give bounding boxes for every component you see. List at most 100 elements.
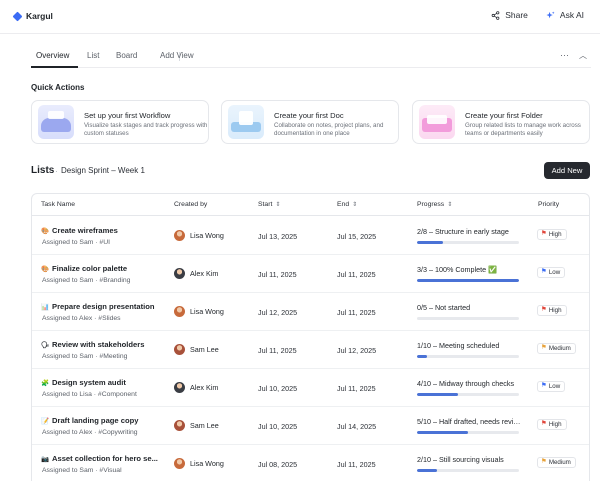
priority-badge[interactable]: ⚑ Medium xyxy=(537,457,576,468)
progress-fill xyxy=(417,241,443,244)
task-title: Draft landing page copy xyxy=(52,416,139,425)
doc-card-title: Create your first Doc xyxy=(274,111,344,120)
task-name[interactable]: 🗣 Review with stakeholders xyxy=(41,340,144,349)
column-header-created-by[interactable]: Created by xyxy=(174,201,207,208)
flag-icon: ⚑ xyxy=(541,344,547,352)
creator-name: Alex Kim xyxy=(190,269,219,278)
task-title: Prepare design presentation xyxy=(52,302,155,311)
task-name[interactable]: 📷 Asset collection for hero se... xyxy=(41,454,158,463)
sparkle-icon xyxy=(546,10,555,18)
tab-list[interactable]: List xyxy=(87,51,99,60)
sort-icon: ⇕ xyxy=(447,202,453,208)
progress-text: 2/10 – Still sourcing visuals xyxy=(417,455,504,464)
avatar xyxy=(174,382,185,393)
priority-badge[interactable]: ⚑ High xyxy=(537,419,567,430)
table-row[interactable]: 🎨 Finalize color palette Assigned to Sam ·… xyxy=(32,255,589,293)
quick-actions-title: Quick Actions xyxy=(31,83,85,92)
task-assignment: Assigned to Sam · #Meeting xyxy=(42,353,128,360)
task-title: Review with stakeholders xyxy=(52,340,145,349)
creator-name: Sam Lee xyxy=(190,421,219,430)
share-label: Share xyxy=(505,10,528,20)
task-name[interactable]: 📝 Draft landing page copy xyxy=(41,416,139,425)
priority-badge[interactable]: ⚑ High xyxy=(537,229,567,240)
creator[interactable]: Sam Lee xyxy=(174,420,219,431)
end-date: Jul 11, 2025 xyxy=(337,270,376,279)
folder-card[interactable]: Create your first Folder Group related l… xyxy=(412,100,590,144)
tab-board[interactable]: Board xyxy=(116,51,137,60)
view-tabs: Overview List Board Add View ··· ︿ xyxy=(31,44,591,68)
chevron-up-icon[interactable]: ︿ xyxy=(579,50,587,61)
task-emoji-icon: 📷 xyxy=(41,455,50,463)
tab-overview[interactable]: Overview xyxy=(36,51,69,60)
avatar xyxy=(174,230,185,241)
progress-fill xyxy=(417,355,428,358)
progress-fill xyxy=(417,279,519,282)
table-row[interactable]: 📷 Asset collection for hero se... Assigned… xyxy=(32,445,589,481)
tab-controls: ··· ︿ xyxy=(560,50,587,61)
flag-icon: ⚑ xyxy=(541,420,547,428)
tab-add-view[interactable]: Add View xyxy=(160,51,194,60)
task-name[interactable]: 🎨 Finalize color palette xyxy=(41,264,127,273)
brand[interactable]: Kargul xyxy=(12,11,53,21)
workflow-card[interactable]: Set up your first Workflow Visualize tas… xyxy=(31,100,209,144)
priority-badge[interactable]: ⚑ High xyxy=(537,305,567,316)
share-button[interactable]: Share xyxy=(491,10,528,20)
progress-fill xyxy=(417,393,458,396)
creator[interactable]: Sam Lee xyxy=(174,344,219,355)
table-row[interactable]: 📝 Draft landing page copy Assigned to Alex… xyxy=(32,407,589,445)
progress-text: 4/10 – Midway through checks xyxy=(417,379,515,388)
end-date: Jul 11, 2025 xyxy=(337,308,376,317)
creator[interactable]: Alex Kim xyxy=(174,382,218,393)
progress-bar xyxy=(417,317,519,320)
top-bar: Kargul Share Ask AI xyxy=(0,0,600,34)
priority-label: High xyxy=(548,231,562,238)
priority-badge[interactable]: ⚑ Medium xyxy=(537,343,576,354)
task-emoji-icon: 🧩 xyxy=(41,379,50,387)
column-header-progress[interactable]: Progress ⇕ xyxy=(417,201,452,208)
creator-name: Lisa Wong xyxy=(190,459,224,468)
task-name[interactable]: 🧩 Design system audit xyxy=(41,378,126,387)
doc-card-description: Collaborate on notes, project plans, and… xyxy=(274,122,384,137)
start-date: Jul 08, 2025 xyxy=(258,460,298,469)
end-date: Jul 11, 2025 xyxy=(337,384,376,393)
start-date: Jul 11, 2025 xyxy=(258,346,297,355)
end-date: Jul 14, 2025 xyxy=(337,422,377,431)
creator[interactable]: Lisa Wong xyxy=(174,230,224,241)
progress-bar xyxy=(417,355,519,358)
creator-name: Lisa Wong xyxy=(190,307,224,316)
ask-ai-label: Ask AI xyxy=(559,10,584,20)
progress-text: 1/10 – Meeting scheduled xyxy=(417,341,500,350)
doc-card[interactable]: Create your first Doc Collaborate on not… xyxy=(221,100,399,144)
table-header: Task Name Created by Start ⇕ End ⇕ Progres… xyxy=(32,194,589,216)
progress-text: 3/3 – 100% Complete ✅ xyxy=(417,265,498,274)
flag-icon: ⚑ xyxy=(541,268,547,276)
avatar xyxy=(174,420,185,431)
column-header-priority[interactable]: Priority xyxy=(538,201,559,208)
table-row[interactable]: 🧩 Design system audit Assigned to Lisa · #… xyxy=(32,369,589,407)
table-row[interactable]: 🎨 Create wireframes Assigned to Sam · #UI L… xyxy=(32,217,589,255)
ask-ai-button[interactable]: Ask AI xyxy=(546,10,584,20)
more-options-icon[interactable]: ··· xyxy=(560,50,569,61)
creator[interactable]: Lisa Wong xyxy=(174,306,224,317)
lists-separator: · xyxy=(55,167,58,176)
table-row[interactable]: 📊 Prepare design presentation Assigned to … xyxy=(32,293,589,331)
priority-badge[interactable]: ⚑ Low xyxy=(537,381,566,392)
workflow-illustration-icon xyxy=(38,105,74,139)
top-actions: Share Ask AI xyxy=(491,10,584,20)
column-header-start[interactable]: Start ⇕ xyxy=(258,201,280,208)
task-name[interactable]: 📊 Prepare design presentation xyxy=(41,302,155,311)
creator[interactable]: Lisa Wong xyxy=(174,458,224,469)
flag-icon: ⚑ xyxy=(541,458,547,466)
start-date: Jul 13, 2025 xyxy=(258,232,298,241)
task-name[interactable]: 🎨 Create wireframes xyxy=(41,226,118,235)
add-new-button[interactable]: Add New xyxy=(544,162,590,179)
column-header-end[interactable]: End ⇕ xyxy=(337,201,357,208)
priority-badge[interactable]: ⚑ Low xyxy=(537,267,566,278)
column-header-task-name[interactable]: Task Name xyxy=(41,201,75,208)
creator-name: Alex Kim xyxy=(190,383,219,392)
creator[interactable]: Alex Kim xyxy=(174,268,218,279)
task-assignment: Assigned to Sam · #Visual xyxy=(42,467,122,474)
priority-label: Medium xyxy=(548,459,571,466)
table-row[interactable]: 🗣 Review with stakeholders Assigned to Sam… xyxy=(32,331,589,369)
active-tab-indicator xyxy=(31,66,78,68)
